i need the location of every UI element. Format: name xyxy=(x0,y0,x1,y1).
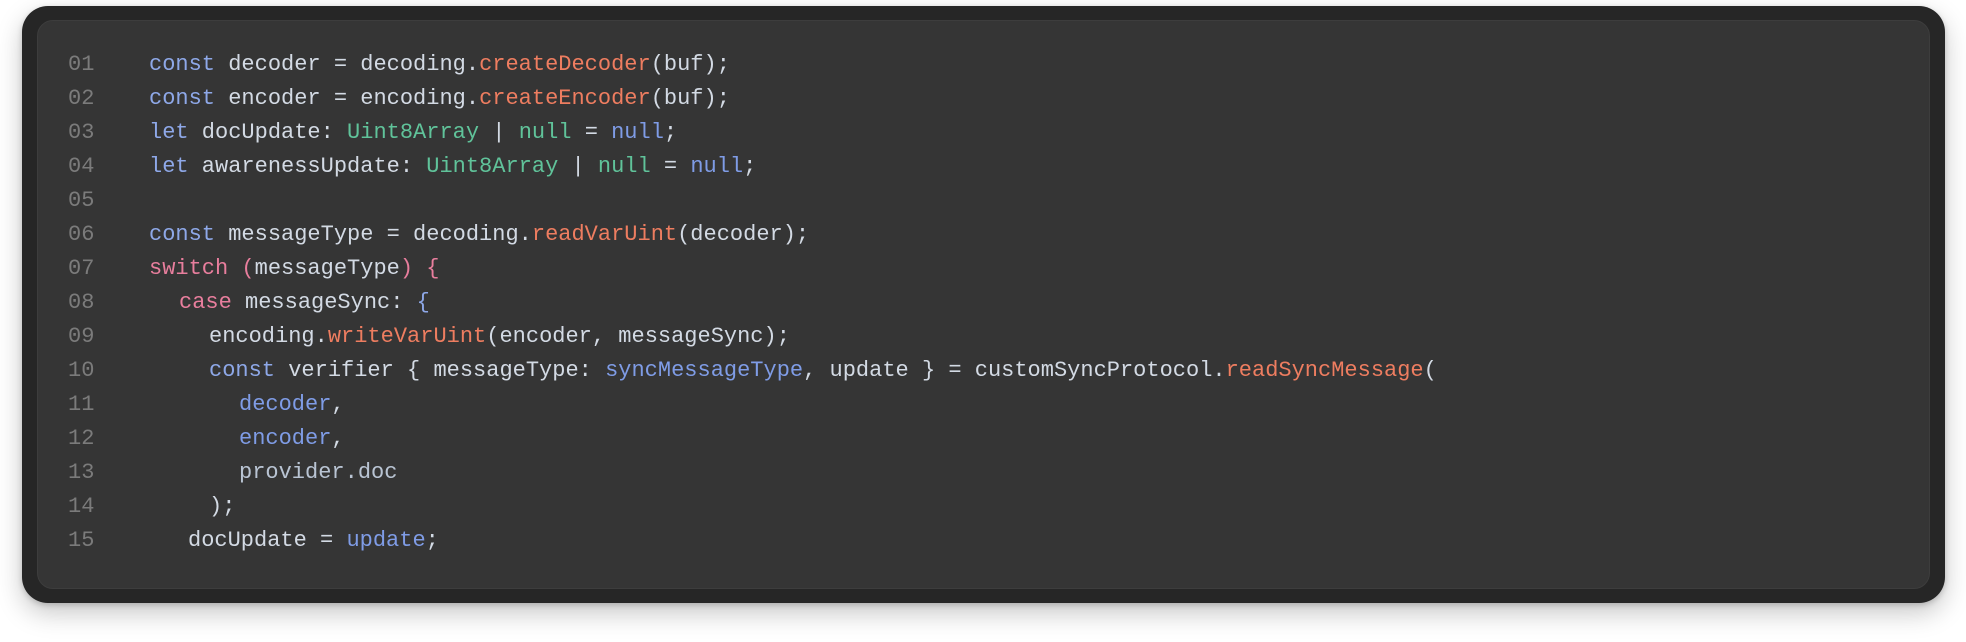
code-token: ( xyxy=(228,256,255,281)
code-token: case xyxy=(179,290,232,315)
line-number: 12 xyxy=(68,426,95,451)
code-token: , xyxy=(331,392,345,417)
code-token: ) { xyxy=(399,256,440,281)
code-token: Uint8Array xyxy=(347,120,480,145)
line-number: 01 xyxy=(68,52,95,77)
code-token: readSyncMessage xyxy=(1225,358,1424,383)
code-token: (buf); xyxy=(650,86,730,111)
code-text: let awarenessUpdate: Uint8Array | null =… xyxy=(149,150,756,184)
code-token: const xyxy=(149,52,216,77)
code-token: encoder xyxy=(239,426,332,451)
line-number: 05 xyxy=(68,188,95,213)
code-token: decoder xyxy=(239,392,332,417)
code-token: null xyxy=(597,154,651,179)
line-number: 02 xyxy=(68,86,95,111)
code-text: case messageSync: { xyxy=(179,286,430,320)
code-text: encoding.writeVarUint(encoder, messageSy… xyxy=(209,320,790,354)
code-token: createEncoder xyxy=(479,86,651,111)
line-number: 13 xyxy=(68,460,95,485)
line-number: 14 xyxy=(68,494,95,519)
code-panel: 01 const decoder = decoding.createDecoder… xyxy=(37,20,1930,589)
code-text: encoder, xyxy=(239,422,345,456)
line-number: 09 xyxy=(68,324,95,349)
code-window: 01 const decoder = decoding.createDecoder… xyxy=(22,6,1945,603)
code-token: = xyxy=(571,120,612,145)
code-token: = xyxy=(650,154,691,179)
code-token: messageSync: xyxy=(231,290,417,315)
code-token: { xyxy=(416,290,430,315)
code-token: ); xyxy=(209,494,236,519)
code-text: switch (messageType) { xyxy=(149,252,439,286)
code-token: , update } = customSyncProtocol. xyxy=(803,358,1226,383)
code-token: docUpdate: xyxy=(188,120,348,145)
line-number: 10 xyxy=(68,358,95,383)
code-token: null xyxy=(690,154,744,179)
line-number: 08 xyxy=(68,290,95,315)
code-text: ); xyxy=(209,490,235,524)
code-token: verifier { messageType: xyxy=(275,358,606,383)
code-token: awarenessUpdate: xyxy=(188,154,427,179)
code-text: const decoder = decoding.createDecoder(b… xyxy=(149,48,730,82)
code-token: readVarUint xyxy=(531,222,678,247)
code-token: ; xyxy=(425,528,439,553)
line-number: 07 xyxy=(68,256,95,281)
code-text: let docUpdate: Uint8Array | null = null; xyxy=(149,116,677,150)
line-number: 15 xyxy=(68,528,95,553)
line-number: 11 xyxy=(68,392,95,417)
line-number: 03 xyxy=(68,120,95,145)
code-token: docUpdate = xyxy=(188,528,347,553)
code-token: provider.doc xyxy=(239,460,398,485)
code-token: writeVarUint xyxy=(327,324,487,349)
code-token: let xyxy=(149,120,189,145)
code-token: | xyxy=(479,120,519,145)
code-token: ( xyxy=(1423,358,1437,383)
code-token: update xyxy=(346,528,426,553)
code-token: (decoder); xyxy=(677,222,810,247)
code-token: switch xyxy=(149,256,229,281)
code-text: const verifier { messageType: syncMessag… xyxy=(209,354,1437,388)
code-token: const xyxy=(149,222,216,247)
code-token: null xyxy=(518,120,572,145)
code-token: Uint8Array xyxy=(426,154,559,179)
code-token: ; xyxy=(743,154,757,179)
code-token: encoder = encoding. xyxy=(215,86,480,111)
code-token: | xyxy=(558,154,598,179)
code-token: let xyxy=(149,154,189,179)
code-token: , xyxy=(331,426,345,451)
code-token: decoder = decoding. xyxy=(215,52,480,77)
code-token: ; xyxy=(663,120,678,145)
code-text: decoder, xyxy=(239,388,345,422)
line-number: 06 xyxy=(68,222,95,247)
code-text: const messageType = decoding.readVarUint… xyxy=(149,218,809,252)
code-token: messageType xyxy=(254,256,400,281)
code-text: const encoder = encoding.createEncoder(b… xyxy=(149,82,730,116)
code-token: null xyxy=(611,120,664,145)
code-text: provider.doc xyxy=(239,456,397,490)
code-token: (buf); xyxy=(650,52,730,77)
code-token: syncMessageType xyxy=(605,358,804,383)
code-text: docUpdate = update; xyxy=(188,524,439,558)
code-token: encoding. xyxy=(209,324,328,349)
code-token: const xyxy=(149,86,216,111)
line-number: 04 xyxy=(68,154,95,179)
code-token: messageType = decoding. xyxy=(215,222,532,247)
code-token: createDecoder xyxy=(479,52,651,77)
code-token: (encoder, messageSync); xyxy=(486,324,790,349)
code-token: const xyxy=(209,358,276,383)
